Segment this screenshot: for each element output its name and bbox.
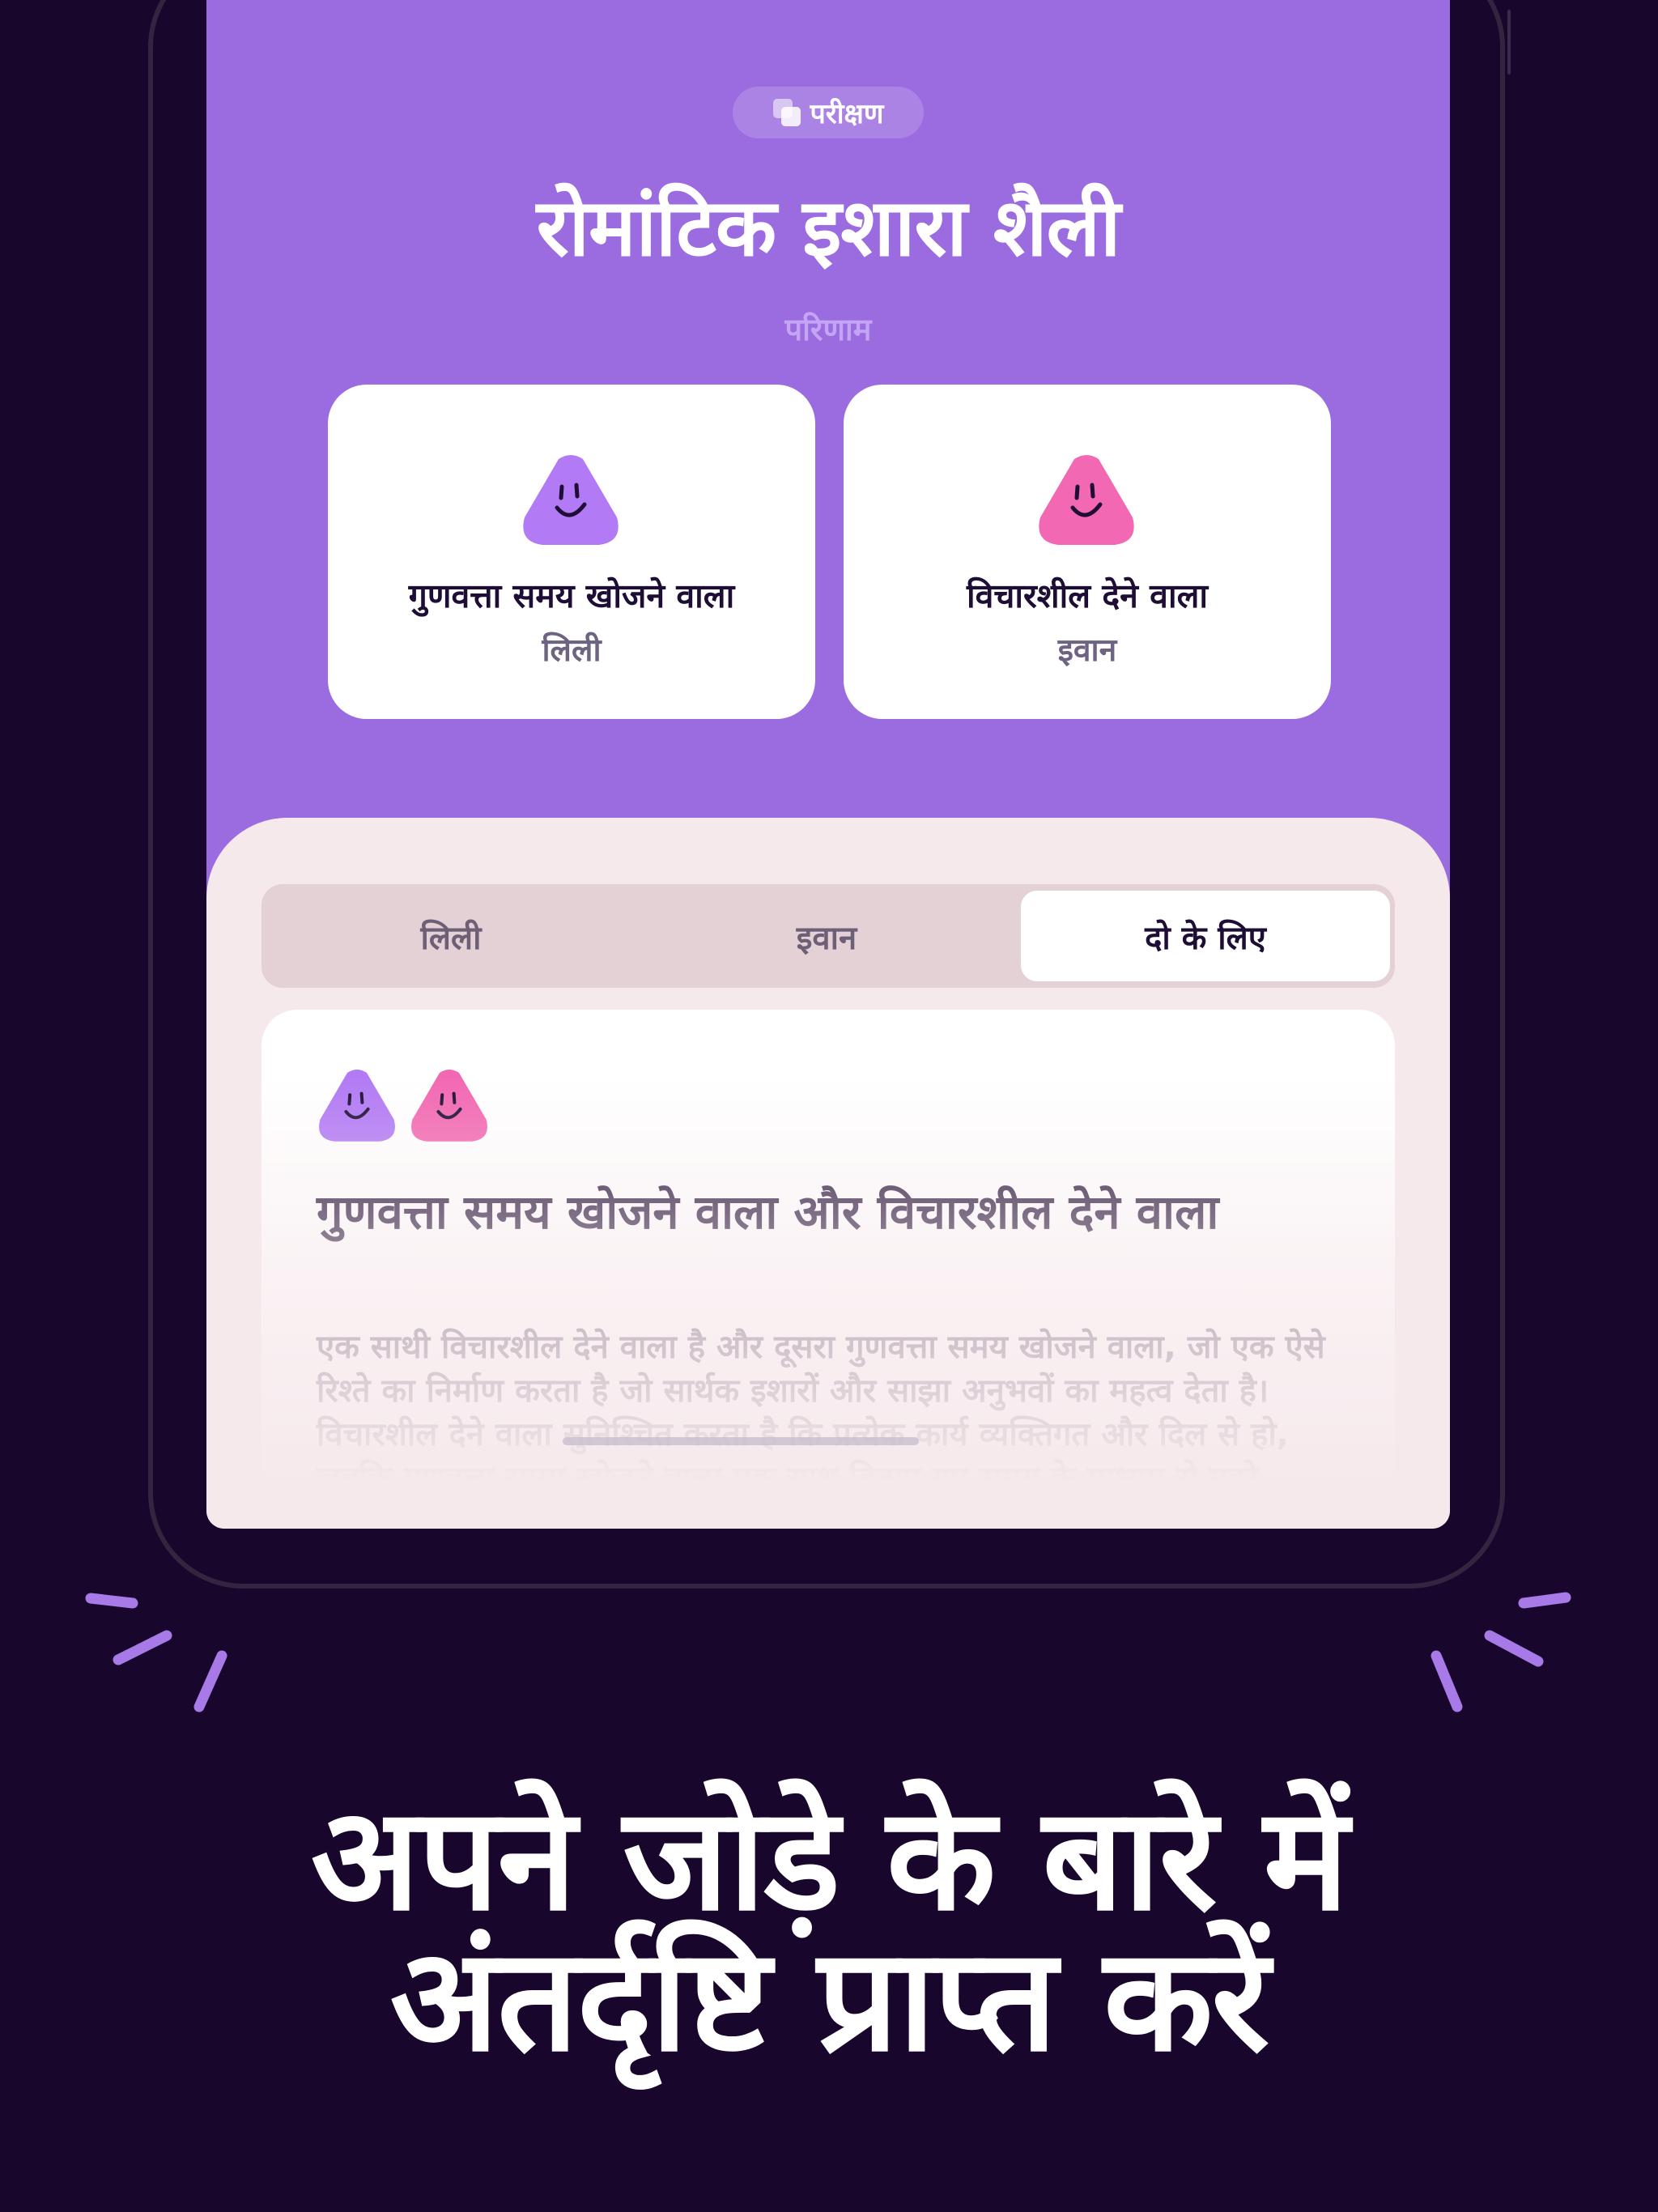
stack-squares-icon — [772, 99, 801, 126]
spark-line-left-1 — [85, 1593, 138, 1609]
smiley-blob-icon — [319, 1070, 395, 1142]
result-title: गुणवत्ता समय खोजने वाला और विचारशील देने… — [317, 1185, 1219, 1240]
marketing-headline: अपने जोड़े के बारे में अंतर्दृष्टि प्राप… — [0, 1776, 1658, 2083]
tab-ivan[interactable]: इवान — [642, 891, 1011, 981]
result-description: एक साथी विचारशील देने वाला है और दूसरा ग… — [317, 1329, 1325, 1529]
spark-line-left-3 — [193, 1650, 227, 1712]
partner-type: गुणवत्ता समय खोजने वाला — [408, 576, 735, 615]
spark-line-right-2 — [1484, 1630, 1544, 1667]
tab-for-two[interactable]: दो के लिए — [1021, 891, 1390, 981]
badge-label: परीक्षण — [810, 98, 884, 130]
headline-line-2: अंतर्दृष्टि प्राप्त करें — [389, 1917, 1270, 2083]
smiley-blob-icon — [523, 455, 619, 545]
result-card: गुणवत्ता समय खोजने वाला और विचारशील देने… — [261, 1010, 1395, 1529]
quiz-title: रोमांटिक इशारा शैली — [536, 182, 1121, 274]
partner-name: इवान — [1057, 632, 1117, 669]
smiley-blob-icon — [411, 1070, 487, 1142]
smiley-blob-icon — [1039, 455, 1134, 545]
quiz-badge: परीक्षण — [733, 87, 924, 138]
tab-lily[interactable]: लिली — [266, 891, 636, 981]
results-label: परिणाम — [784, 312, 872, 347]
segmented-control: लिली इवान दो के लिए — [261, 884, 1395, 988]
spark-line-left-2 — [113, 1630, 172, 1665]
spark-line-right-3 — [1431, 1650, 1463, 1712]
partner-type: विचारशील देने वाला — [966, 576, 1209, 615]
scroll-indicator — [563, 1437, 919, 1445]
app-screen: परीक्षण रोमांटिक इशारा शैली परिणाम गुणवत… — [206, 0, 1450, 1529]
partner-name: लिली — [542, 632, 602, 669]
spark-line-right-1 — [1518, 1592, 1571, 1609]
device-side-button — [1507, 10, 1511, 74]
headline-line-1: अपने जोड़े के बारे में — [310, 1776, 1349, 1942]
results-sheet: लिली इवान दो के लिए गुणवत्ता समय खोजने व… — [206, 818, 1450, 1529]
partner-card-ivan[interactable]: विचारशील देने वाला इवान — [844, 385, 1331, 719]
partner-card-lily[interactable]: गुणवत्ता समय खोजने वाला लिली — [328, 385, 815, 719]
